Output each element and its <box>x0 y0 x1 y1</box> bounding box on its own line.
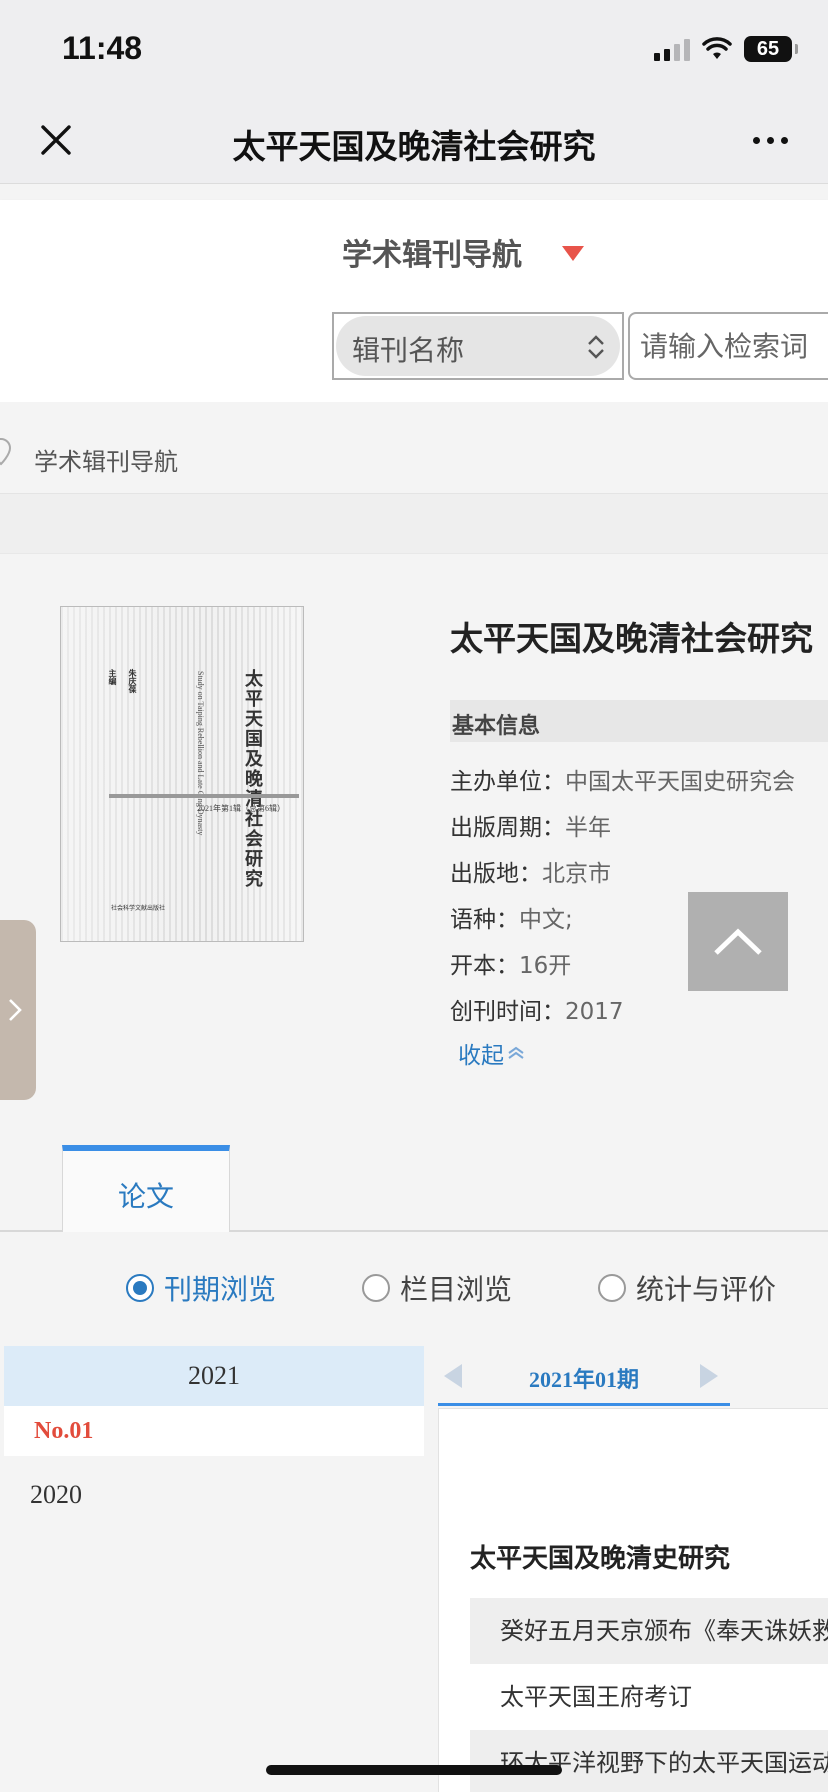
nav-dropdown-title[interactable]: 学术辑刊导航 <box>342 230 522 274</box>
info-row-founded: 创刊时间：2017 <box>450 999 624 1025</box>
info-row-frequency: 出版周期：半年 <box>450 815 611 841</box>
chevron-up-icon <box>714 928 762 955</box>
basic-info-header: 基本信息 <box>450 700 828 742</box>
browse-mode-group: 刊期浏览 栏目浏览 统计与评价 <box>0 1268 828 1312</box>
cover-publisher: 社会科学文献出版社 <box>111 905 166 912</box>
current-issue-label: 2021年01期 <box>528 1367 639 1392</box>
status-icons: 65 <box>654 34 798 64</box>
radio-issue-browse[interactable]: 刊期浏览 <box>126 1268 276 1308</box>
nav-bar: 太平天国及晚清社会研究 <box>0 96 828 184</box>
breadcrumb: 学术辑刊导航 <box>0 402 828 494</box>
info-row-language: 语种：中文; <box>450 907 573 933</box>
more-icon[interactable] <box>742 118 798 162</box>
double-chevron-up-icon <box>508 1046 524 1059</box>
next-issue-arrow-icon[interactable] <box>700 1364 718 1388</box>
cover-issue: 2021年第1辑（总第6辑） <box>197 804 285 813</box>
breadcrumb-item[interactable]: 学术辑刊导航 <box>34 442 178 477</box>
side-drawer-tab[interactable] <box>0 920 36 1100</box>
chevron-right-icon <box>9 999 22 1021</box>
cover-title: 太平天国及晚清社会研究 <box>242 669 263 889</box>
article-link[interactable]: 癸好五月天京颁布《奉天诛妖救世安民谕》 <box>470 1598 828 1664</box>
wifi-icon <box>702 37 732 59</box>
header-panel: 学术辑刊导航 辑刊名称 <box>0 200 828 402</box>
issue-navigator: 2021年01期 <box>438 1346 730 1406</box>
info-row-location: 出版地：北京市 <box>450 861 611 887</box>
collapse-link[interactable]: 收起 <box>458 1036 526 1070</box>
updown-chevron-icon <box>588 335 604 359</box>
article-link[interactable]: 太平天国王府考订 <box>470 1664 828 1730</box>
year-item-2020[interactable]: 2020 <box>30 1480 82 1510</box>
journal-cover-image: 太平天国及晚清社会研究 Study on Taiping Rebellion a… <box>60 606 304 942</box>
back-to-top-button[interactable] <box>688 892 788 991</box>
article-link[interactable]: 环太平洋视野下的太平天国运动 <box>470 1730 828 1792</box>
battery-icon: 65 <box>744 36 798 62</box>
divider-strip <box>0 494 828 554</box>
status-bar: 11:48 65 <box>0 0 828 96</box>
search-field-select[interactable]: 辑刊名称 <box>332 312 624 380</box>
select-value: 辑刊名称 <box>352 334 465 367</box>
cover-editor: 朱庆葆 主编 <box>108 669 137 693</box>
page-title: 太平天国及晚清社会研究 <box>232 127 596 166</box>
status-time: 11:48 <box>62 30 143 66</box>
home-indicator <box>266 1765 562 1775</box>
radio-stats-browse[interactable]: 统计与评价 <box>598 1268 776 1308</box>
signal-icon <box>654 37 690 61</box>
caret-down-icon[interactable] <box>562 246 584 261</box>
issue-item-no01[interactable]: No.01 <box>4 1406 424 1456</box>
tab-papers[interactable]: 论文 <box>62 1145 230 1232</box>
radio-column-browse[interactable]: 栏目浏览 <box>362 1268 512 1308</box>
journal-title: 太平天国及晚清社会研究 <box>450 619 813 658</box>
section-title: 太平天国及晚清史研究 <box>470 1544 731 1574</box>
year-item-2021[interactable]: 2021 <box>4 1346 424 1406</box>
info-row-sponsor: 主办单位：中国太平天国史研究会 <box>450 769 795 795</box>
search-input[interactable] <box>628 312 828 380</box>
location-pin-icon <box>0 438 12 466</box>
info-row-format: 开本：16开 <box>450 953 572 979</box>
